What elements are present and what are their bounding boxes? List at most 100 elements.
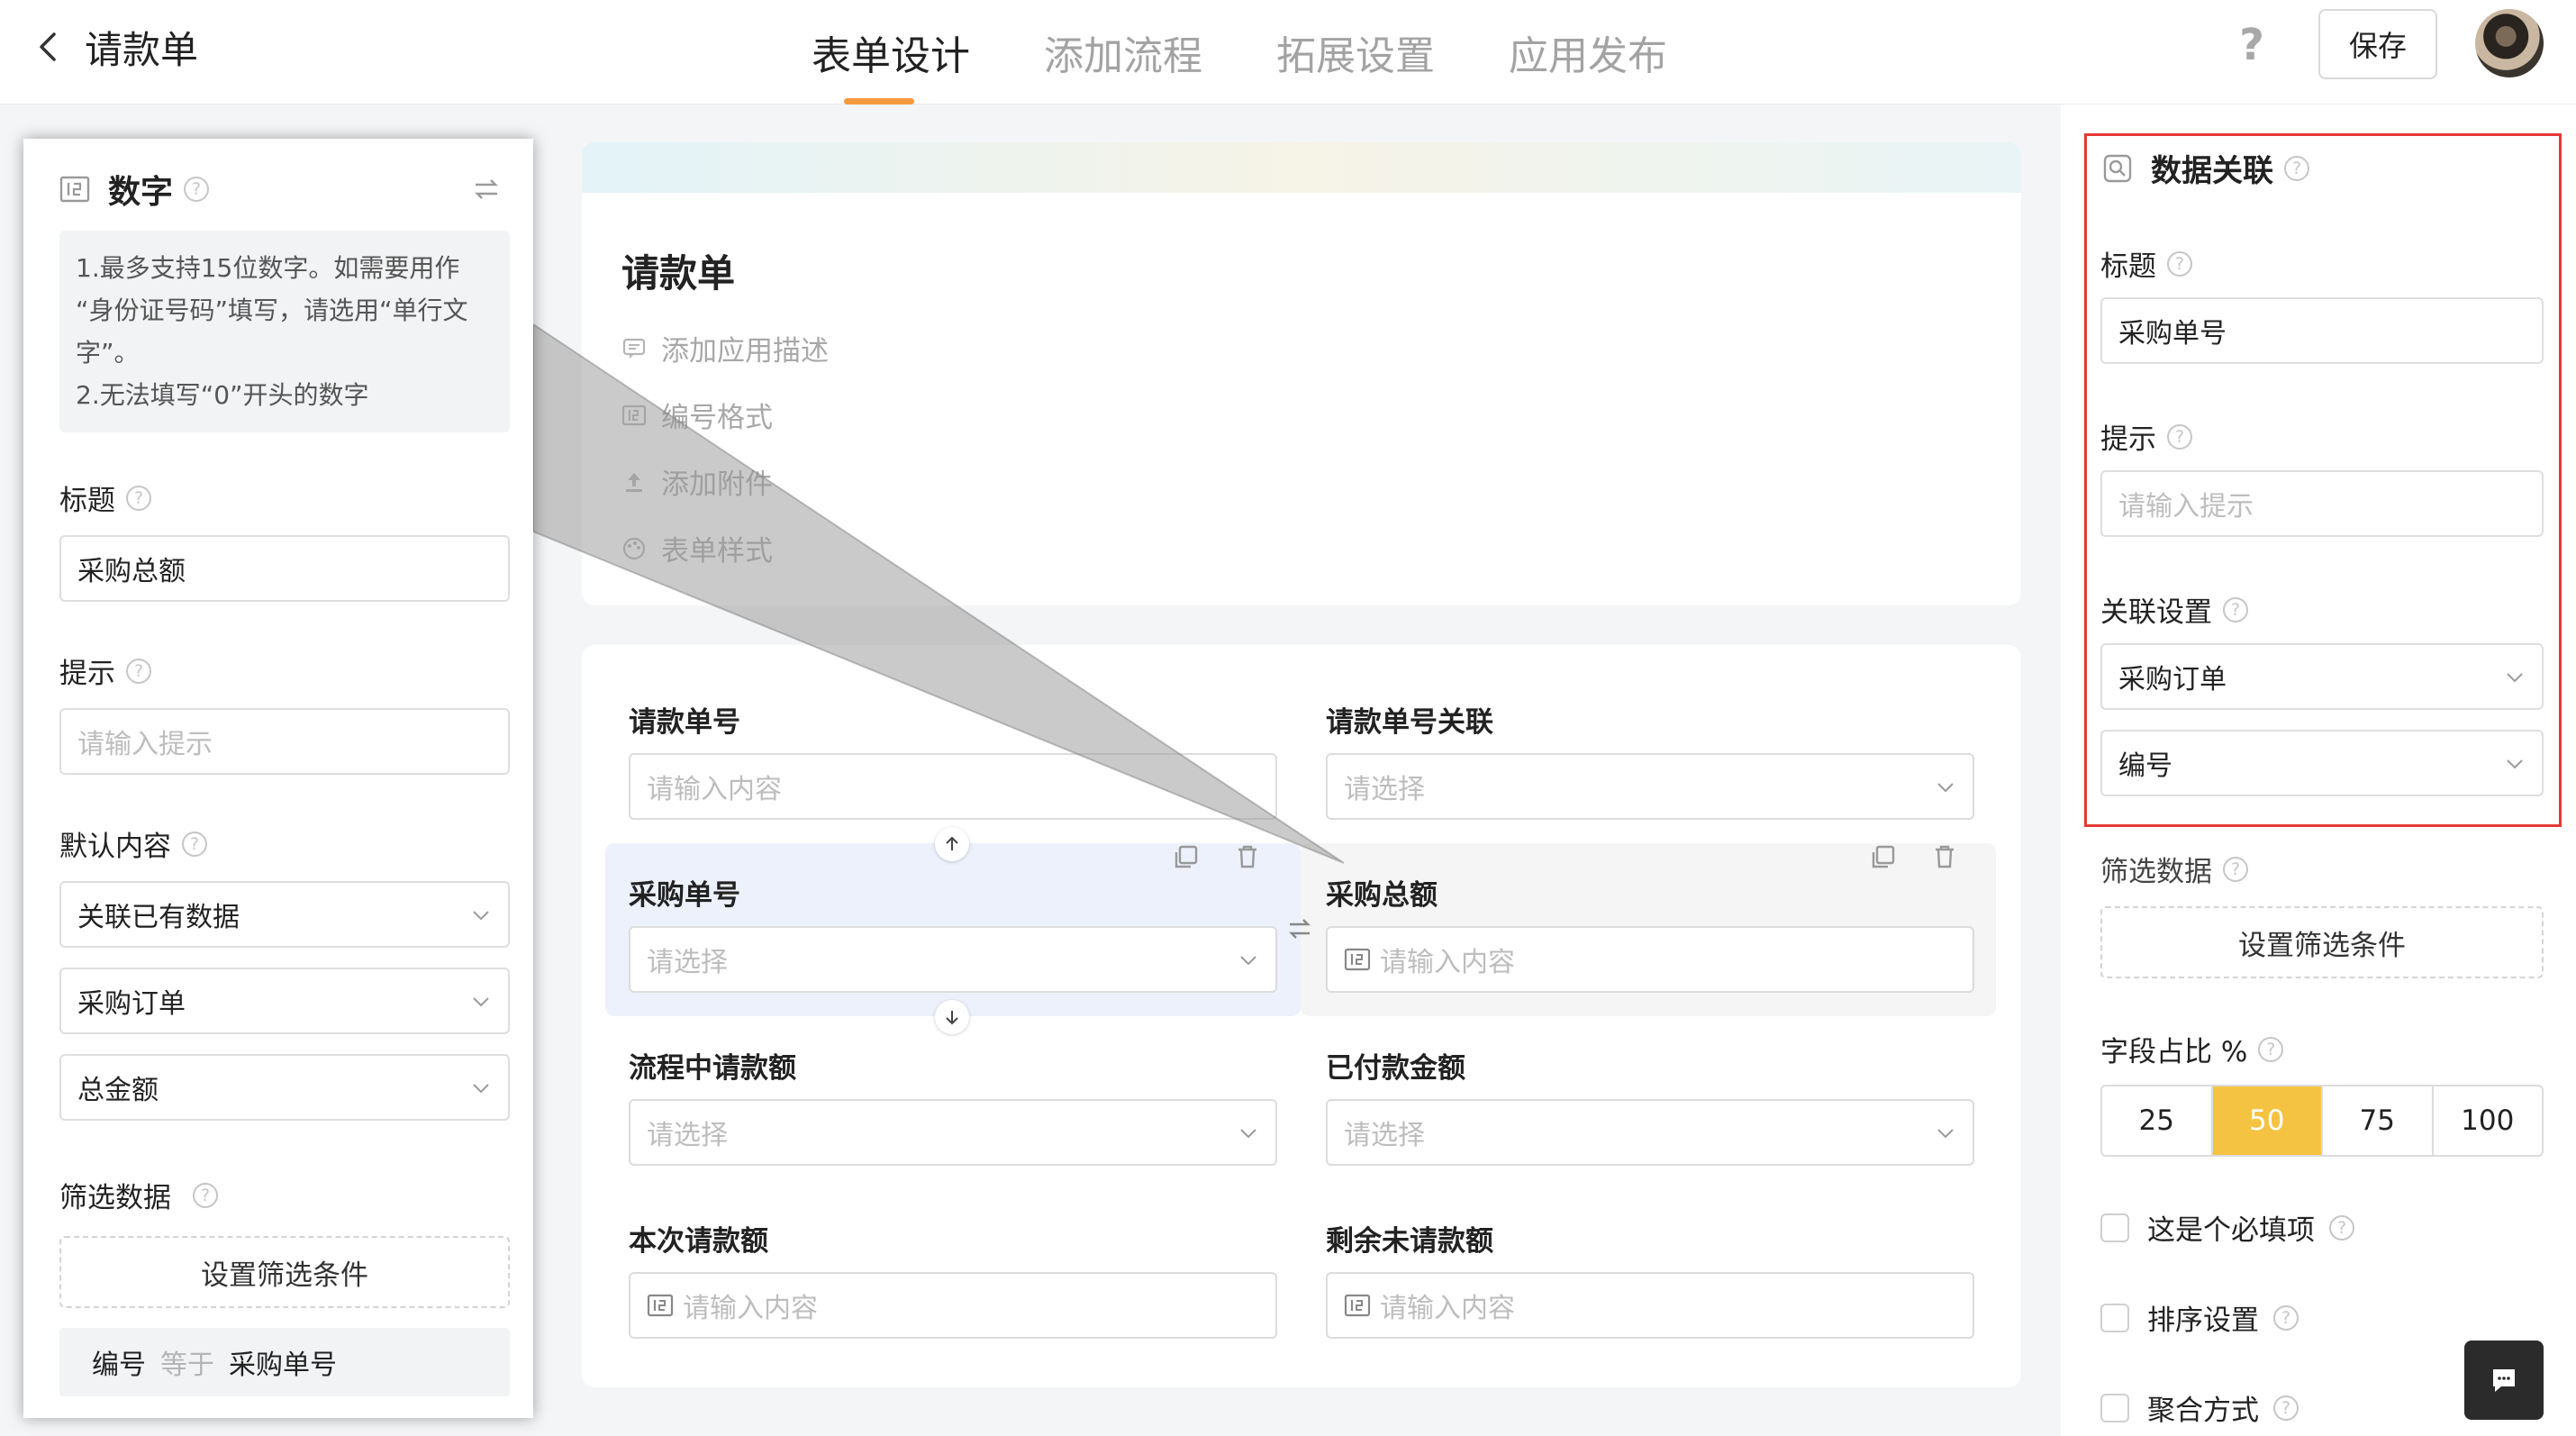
field-select-purchase-no[interactable]: 请选择 [629, 926, 1277, 993]
field-select-in-process-amount[interactable]: 请选择 [629, 1099, 1277, 1166]
field-input-remaining[interactable]: 请输入内容 [1326, 1272, 1974, 1339]
tab-extension-settings[interactable]: 拓展设置 [1239, 0, 1472, 105]
arrow-down-icon [946, 1011, 958, 1025]
help-circle-icon[interactable]: ? [2167, 423, 2192, 450]
placeholder-text: 请选择 [647, 947, 728, 978]
help-circle-icon[interactable]: ? [2273, 1395, 2299, 1421]
placeholder-text: 请输入内容 [647, 774, 782, 805]
required-checkbox-label: 这是个必填项 [2147, 1214, 2315, 1247]
switch-type-icon[interactable] [472, 175, 501, 204]
source-form-select[interactable]: 采购订单 [59, 968, 510, 1034]
set-filter-button[interactable]: 设置筛选条件 [2100, 906, 2544, 978]
add-description-link[interactable]: 添加应用描述 [621, 328, 829, 368]
field-select-request-no-link[interactable]: 请选择 [1326, 753, 1974, 820]
form-style-link[interactable]: 表单样式 [621, 528, 773, 568]
ratio-option-75[interactable]: 75 [2323, 1086, 2434, 1155]
field-input-purchase-total[interactable]: 请输入内容 [1326, 926, 1974, 993]
panel-header: 数字 ? [59, 162, 501, 216]
panel-header: 数据关联 ? [2102, 146, 2309, 190]
field-select-paid-amount[interactable]: 请选择 [1326, 1099, 1974, 1166]
field-label-remaining: 剩余未请款额 [1326, 1225, 1493, 1258]
help-circle-icon[interactable]: ? [2223, 856, 2248, 882]
help-circle-icon[interactable]: ? [126, 485, 151, 511]
help-circle-icon[interactable]: ? [2273, 1304, 2299, 1331]
required-checkbox-row[interactable]: 这是个必填项 ? [2100, 1207, 2354, 1248]
copy-icon[interactable] [1171, 841, 1202, 872]
help-circle-icon[interactable]: ? [2258, 1036, 2284, 1062]
relation-field-select[interactable]: 编号 [2100, 730, 2544, 796]
ratio-option-50[interactable]: 50 [2212, 1086, 2323, 1155]
field-input-request-no[interactable]: 请输入内容 [629, 753, 1277, 820]
hint-input[interactable]: 请输入提示 [2100, 470, 2544, 537]
panel-title: 数据关联 [2151, 153, 2273, 189]
default-content-select[interactable]: 关联已有数据 [59, 881, 510, 948]
top-header: 请款单 表单设计 添加流程 拓展设置 应用发布 ? 保存 [0, 0, 2576, 105]
title-label-text: 标题 [59, 485, 115, 517]
form-style-label: 表单样式 [661, 535, 773, 568]
chevron-down-icon [1937, 1129, 1954, 1139]
number-icon [647, 1294, 674, 1317]
help-circle-icon[interactable]: ? [2284, 155, 2309, 181]
relation-settings-label: 关联设置? [2100, 589, 2248, 630]
relation-form-select[interactable]: 采购订单 [2100, 643, 2544, 710]
form-header-band [582, 142, 2021, 193]
placeholder-text: 请选择 [1344, 774, 1425, 805]
tab-add-process[interactable]: 添加流程 [1007, 0, 1239, 105]
title-input[interactable]: 采购总额 [59, 535, 510, 602]
number-icon [1344, 948, 1371, 971]
chevron-down-icon [2507, 759, 2523, 769]
help-icon[interactable]: ? [2230, 22, 2273, 68]
set-filter-button[interactable]: 设置筛选条件 [59, 1236, 510, 1308]
filter-condition[interactable]: 编号 等于 采购单号 [59, 1328, 510, 1396]
source-field-select[interactable]: 总金额 [59, 1054, 510, 1121]
aggregate-checkbox[interactable] [2100, 1393, 2129, 1422]
move-down-button[interactable] [935, 1000, 969, 1034]
tab-form-design[interactable]: 表单设计 [775, 0, 1007, 105]
hint-input[interactable]: 请输入提示 [59, 708, 510, 775]
sort-checkbox-row[interactable]: 排序设置 ? [2100, 1297, 2299, 1338]
filter-data-label: 筛选数据? [59, 1175, 218, 1215]
delete-icon[interactable] [1929, 841, 1960, 872]
add-attachment-link[interactable]: 添加附件 [621, 461, 773, 502]
back-button[interactable]: 请款单 [36, 20, 198, 74]
default-content-label-text: 默认内容 [59, 831, 171, 863]
ratio-option-25[interactable]: 25 [2102, 1086, 2213, 1155]
help-circle-icon[interactable]: ? [126, 658, 151, 684]
help-circle-icon[interactable]: ? [182, 831, 207, 857]
sort-checkbox[interactable] [2100, 1303, 2129, 1332]
move-up-button[interactable] [935, 827, 969, 861]
chevron-down-icon [2507, 673, 2523, 683]
default-content-label: 默认内容? [59, 823, 207, 864]
select-value: 总金额 [77, 1075, 159, 1106]
help-circle-icon[interactable]: ? [193, 1182, 218, 1208]
delete-icon[interactable] [1232, 841, 1263, 872]
chat-support-button[interactable] [2464, 1341, 2544, 1420]
number-format-link[interactable]: 编号格式 [621, 395, 773, 435]
help-circle-icon[interactable]: ? [184, 177, 210, 202]
help-circle-icon[interactable]: ? [2223, 596, 2248, 623]
tab-app-publish[interactable]: 应用发布 [1472, 0, 1704, 105]
help-circle-icon[interactable]: ? [2167, 250, 2192, 277]
add-attachment-label: 添加附件 [661, 468, 773, 501]
ratio-option-100[interactable]: 100 [2434, 1086, 2543, 1155]
aggregate-checkbox-row[interactable]: 聚合方式 ? [2100, 1387, 2299, 1428]
swap-icon[interactable] [1284, 913, 1315, 944]
panel-title: 数字 [108, 174, 174, 211]
filter-data-label-text: 筛选数据 [59, 1182, 171, 1214]
field-label-purchase-no: 采购单号 [629, 879, 740, 912]
copy-icon[interactable] [1868, 841, 1899, 872]
upload-icon [626, 472, 642, 492]
field-input-current-request[interactable]: 请输入内容 [629, 1272, 1277, 1339]
field-label-paid-amount: 已付款金额 [1326, 1052, 1465, 1085]
save-button[interactable]: 保存 [2318, 9, 2437, 79]
title-input[interactable]: 采购单号 [2100, 297, 2544, 364]
required-checkbox[interactable] [2100, 1213, 2129, 1242]
hint-label-text: 提示 [2100, 423, 2156, 456]
field-label-current-request: 本次请款额 [629, 1225, 768, 1258]
form-title[interactable]: 请款单 [621, 243, 735, 298]
avatar[interactable] [2475, 9, 2544, 77]
data-link-icon [2103, 154, 2132, 182]
help-circle-icon[interactable]: ? [2329, 1214, 2354, 1241]
placeholder-text: 请输入内容 [1380, 947, 1515, 978]
tip-line: “身份证号码”填写，请选用“单行文 [76, 295, 468, 325]
